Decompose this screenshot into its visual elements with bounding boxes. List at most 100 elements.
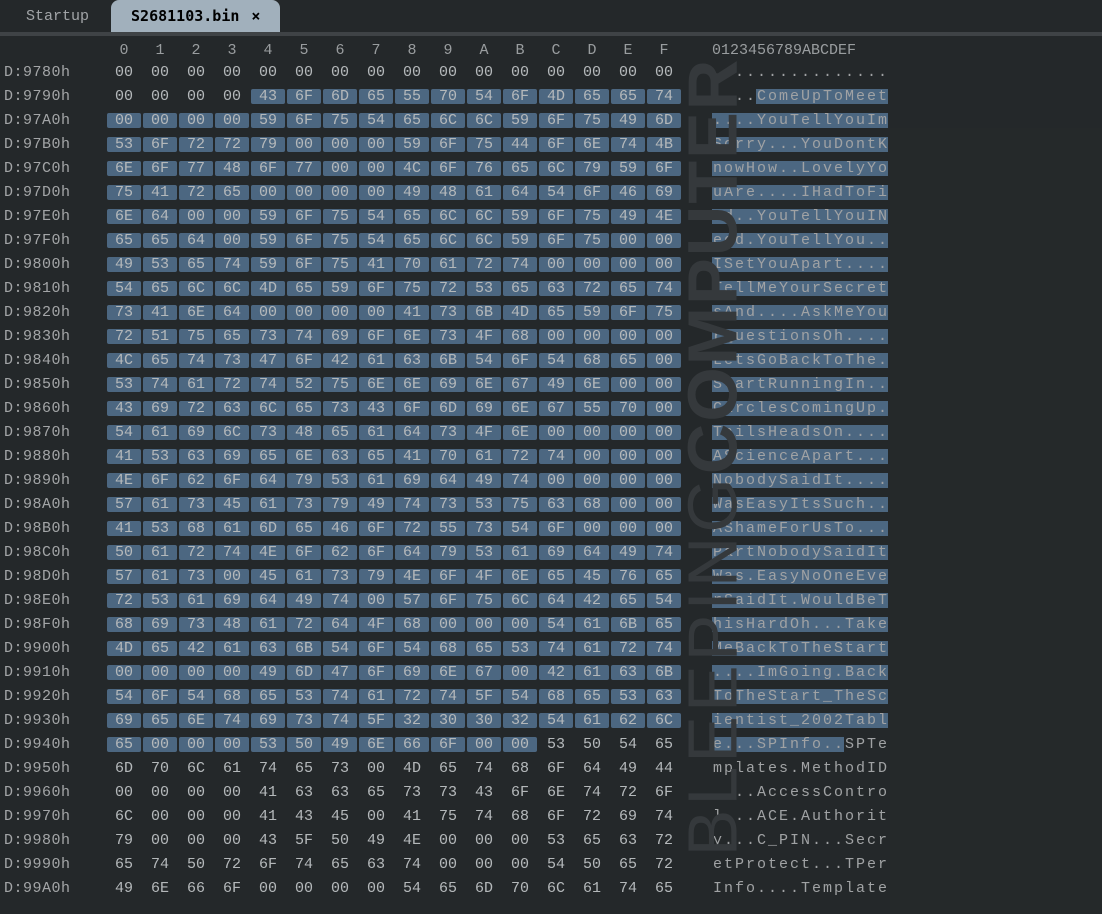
ascii-char[interactable]: m (822, 880, 833, 897)
ascii-char[interactable]: T (833, 688, 844, 705)
ascii-char[interactable]: . (745, 736, 756, 753)
hex-byte[interactable]: 74 (610, 136, 646, 153)
hex-byte[interactable]: 65 (574, 88, 610, 105)
ascii-char[interactable]: t (800, 856, 811, 873)
ascii-char[interactable]: e (855, 688, 866, 705)
ascii-char[interactable]: o (745, 472, 756, 489)
ascii-char[interactable]: i (712, 712, 723, 729)
hex-row[interactable]: D:9870h5461696C7348656164734F6E00000000T… (0, 420, 1102, 444)
ascii-char[interactable]: l (844, 160, 855, 177)
hex-byte[interactable]: 4B (646, 136, 682, 153)
hex-byte[interactable]: 65 (142, 280, 178, 297)
hex-byte[interactable]: 00 (178, 808, 214, 825)
ascii-char[interactable]: . (855, 448, 866, 465)
ascii-char[interactable]: . (844, 424, 855, 441)
ascii-char[interactable]: u (778, 112, 789, 129)
hex-byte[interactable]: 68 (394, 616, 430, 633)
ascii-char[interactable]: t (866, 880, 877, 897)
hex-byte[interactable]: 45 (322, 808, 358, 825)
hex-byte[interactable]: 62 (178, 472, 214, 489)
hex-byte[interactable]: 53 (466, 496, 502, 513)
hex-byte[interactable]: 74 (538, 640, 574, 657)
ascii-char[interactable]: . (734, 112, 745, 129)
ascii-char[interactable]: . (734, 784, 745, 801)
hex-byte[interactable]: 74 (502, 472, 538, 489)
ascii-char[interactable]: F (866, 184, 877, 201)
ascii-char[interactable]: Y (855, 304, 866, 321)
hex-byte[interactable]: 73 (394, 784, 430, 801)
ascii-char[interactable]: S (723, 592, 734, 609)
ascii-char[interactable]: r (877, 832, 888, 849)
hex-byte[interactable]: 72 (646, 856, 682, 873)
hex-byte[interactable]: 00 (178, 64, 214, 81)
ascii-char[interactable]: a (745, 640, 756, 657)
hex-byte[interactable]: 74 (466, 760, 502, 777)
ascii-char[interactable]: f (800, 736, 811, 753)
hex-byte[interactable]: 00 (142, 736, 178, 753)
hex-byte[interactable]: 00 (142, 832, 178, 849)
hex-byte[interactable]: 65 (142, 640, 178, 657)
ascii-char[interactable]: I (844, 376, 855, 393)
hex-byte[interactable]: 74 (610, 880, 646, 897)
hex-byte[interactable]: 50 (322, 832, 358, 849)
hex-byte[interactable]: 00 (142, 88, 178, 105)
hex-byte[interactable]: 50 (574, 856, 610, 873)
ascii-char[interactable]: . (789, 304, 800, 321)
ascii-char[interactable]: I (778, 736, 789, 753)
hex-byte[interactable]: 54 (358, 232, 394, 249)
hex-byte[interactable]: 61 (502, 544, 538, 561)
hex-bytes[interactable]: 4D654261636B546F5468655374617274 (106, 640, 682, 657)
ascii-char[interactable]: e (789, 784, 800, 801)
ascii-char[interactable]: . (866, 376, 877, 393)
hex-byte[interactable]: 72 (610, 784, 646, 801)
hex-byte[interactable]: 6F (358, 664, 394, 681)
hex-byte[interactable]: 00 (322, 64, 358, 81)
hex-byte[interactable]: 48 (214, 616, 250, 633)
ascii-char[interactable]: e (877, 616, 888, 633)
ascii-char[interactable]: I (789, 496, 800, 513)
ascii-cell[interactable]: nowHow..LovelyYo (712, 160, 888, 177)
ascii-char[interactable]: e (877, 880, 888, 897)
hex-byte[interactable]: 6C (214, 280, 250, 297)
ascii-char[interactable]: c (767, 784, 778, 801)
hex-byte[interactable]: 41 (394, 448, 430, 465)
ascii-cell[interactable]: rSaidIt.WouldBeT (712, 592, 888, 609)
ascii-char[interactable]: y (811, 544, 822, 561)
ascii-char[interactable]: t (745, 712, 756, 729)
ascii-char[interactable]: d (745, 304, 756, 321)
hex-byte[interactable]: 44 (646, 760, 682, 777)
ascii-char[interactable]: t (833, 256, 844, 273)
hex-byte[interactable]: 72 (214, 856, 250, 873)
ascii-char[interactable]: i (800, 472, 811, 489)
hex-row[interactable]: D:9820h73416E640000000041736B4D65596F75s… (0, 300, 1102, 324)
hex-byte[interactable]: 74 (646, 640, 682, 657)
ascii-char[interactable]: m (811, 400, 822, 417)
ascii-char[interactable]: . (745, 64, 756, 81)
ascii-char[interactable]: e (811, 760, 822, 777)
hex-byte[interactable]: 00 (106, 664, 142, 681)
hex-bytes[interactable]: 4C657473476F4261636B546F54686500 (106, 352, 682, 369)
hex-byte[interactable]: 65 (106, 736, 142, 753)
hex-byte[interactable]: 68 (214, 688, 250, 705)
ascii-char[interactable]: h (833, 760, 844, 777)
hex-byte[interactable]: 61 (358, 472, 394, 489)
ascii-char[interactable]: r (745, 376, 756, 393)
hex-row[interactable]: D:9830h725175657374696F6E734F6800000000r… (0, 324, 1102, 348)
ascii-char[interactable]: . (789, 160, 800, 177)
ascii-char[interactable]: Y (833, 112, 844, 129)
hex-byte[interactable]: 63 (286, 784, 322, 801)
ascii-char[interactable]: a (756, 616, 767, 633)
hex-byte[interactable]: 00 (322, 160, 358, 177)
hex-row[interactable]: D:9810h54656C6C4D65596F7572536563726574T… (0, 276, 1102, 300)
ascii-char[interactable]: e (844, 304, 855, 321)
hex-byte[interactable]: 66 (394, 736, 430, 753)
ascii-char[interactable]: e (822, 640, 833, 657)
hex-byte[interactable]: 45 (574, 568, 610, 585)
hex-byte[interactable]: 48 (214, 160, 250, 177)
ascii-char[interactable]: o (745, 880, 756, 897)
hex-bytes[interactable]: 73416E640000000041736B4D65596F75 (106, 304, 682, 321)
hex-row[interactable]: D:9960h00000000416363657373436F6E74726F.… (0, 780, 1102, 804)
ascii-char[interactable]: s (822, 520, 833, 537)
ascii-char[interactable]: h (833, 808, 844, 825)
hex-byte[interactable]: 64 (430, 472, 466, 489)
